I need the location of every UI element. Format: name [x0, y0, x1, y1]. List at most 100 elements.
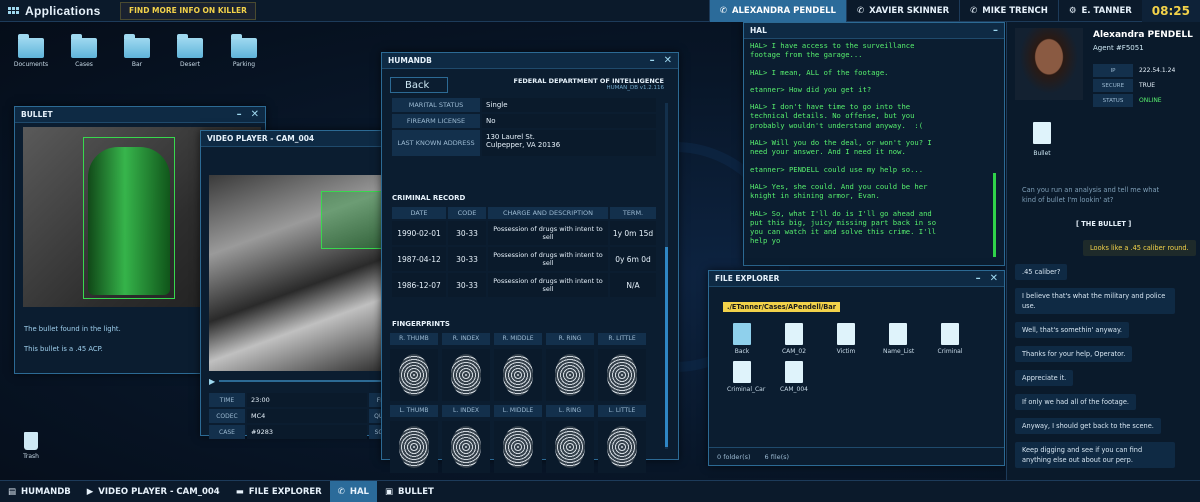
task-hal[interactable]: ✆ HAL	[329, 481, 377, 502]
file-criminal[interactable]: Criminal	[935, 323, 965, 355]
terminal-line: HAL> Will you do the deal, or won't you?…	[750, 138, 932, 157]
chat-message: Appreciate it.	[1015, 370, 1074, 386]
image-file-icon	[941, 323, 959, 345]
chat-attachment-bullet[interactable]: Bullet	[1025, 122, 1059, 157]
detail-row: IP 222.54.1.24	[1093, 64, 1193, 77]
clock: 08:25	[1141, 0, 1200, 22]
info-row: FIREARM LICENSE No	[392, 114, 656, 128]
info-row: MARITAL STATUS Single	[392, 98, 656, 112]
file-name-list[interactable]: Name_List	[883, 323, 914, 355]
task-file-explorer[interactable]: ▬ FILE EXPLORER	[228, 481, 330, 502]
table-row: 1986-12-07 30-33 Possession of drugs with …	[392, 273, 656, 297]
desktop-icon-cases[interactable]: Cases	[61, 34, 107, 68]
close-icon[interactable]: ✕	[664, 55, 672, 66]
file-cam-02[interactable]: CAM_02	[779, 323, 809, 355]
grid-icon	[8, 7, 19, 14]
fingerprint-l-little[interactable]	[598, 421, 646, 473]
contact-e-tanner[interactable]: ⚙ E. TANNER	[1057, 0, 1142, 22]
objective-banner[interactable]: FIND MORE INFO ON KILLER	[120, 1, 256, 20]
folder-icon	[18, 34, 44, 58]
minimize-icon[interactable]: –	[976, 273, 981, 284]
image-file-icon	[733, 361, 751, 383]
back-folder-icon	[733, 323, 751, 345]
contact-xavier-skinner[interactable]: ✆ XAVIER SKINNER	[845, 0, 959, 22]
file-grid: Back CAM_02 Victim Name_List Criminal Cr…	[727, 323, 997, 393]
taskbar: ▤ HUMANDB ▶ VIDEO PLAYER - CAM_004 ▬ FILE E…	[0, 480, 1200, 502]
minimize-icon[interactable]: –	[993, 25, 998, 36]
image-icon: ▣	[384, 487, 393, 497]
fingerprint-r-ring[interactable]	[546, 349, 594, 401]
fingerprint-l-ring[interactable]	[546, 421, 594, 473]
fingerprint-r-thumb[interactable]	[390, 349, 438, 401]
terminal-line: HAL> I don't have time to go into the te…	[750, 102, 924, 130]
fingerprint-grid: R. THUMB R. INDEX R. MIDDLE R. RING R. LITTL…	[390, 333, 646, 473]
close-icon[interactable]: ✕	[990, 273, 998, 284]
task-video-player[interactable]: ▶ VIDEO PLAYER - CAM_004	[79, 481, 228, 502]
minimize-icon[interactable]: –	[650, 55, 655, 66]
chat-message: .45 caliber?	[1015, 264, 1068, 280]
video-field-codec: CODECMC4QUALITY	[209, 409, 405, 423]
path-bar[interactable]: ./ETanner/Cases/APendell/Bar	[723, 302, 841, 312]
terminal-line: HAL> I mean, ALL of the footage.	[750, 67, 889, 77]
humandb-scrollbar[interactable]	[665, 103, 668, 449]
file-explorer-titlebar[interactable]: FILE EXPLORER – ✕	[709, 271, 1004, 287]
detection-box	[83, 137, 175, 299]
fingerprint-r-middle[interactable]	[494, 349, 542, 401]
file-back[interactable]: Back	[727, 323, 757, 355]
app-version: HUMAN_DB v1.2.116	[606, 85, 664, 91]
detail-row: STATUS ONLINE	[1093, 94, 1193, 107]
video-titlebar[interactable]: VIDEO PLAYER - CAM_004	[201, 131, 411, 147]
chat-message: Thanks for your help, Operator.	[1015, 346, 1133, 362]
back-button[interactable]: Back	[390, 77, 448, 93]
personal-info: MARITAL STATUS Single FIREARM LICENSE No L…	[392, 98, 656, 158]
fingerprint-l-index[interactable]	[442, 421, 490, 473]
document-file-icon	[889, 323, 907, 345]
contact-panel: Alexandra PENDELL Agent #F5051 IP 222.54.…	[1006, 22, 1200, 480]
detail-row: SECURE TRUE	[1093, 79, 1193, 92]
phone-icon: ✆	[856, 6, 865, 16]
hal-titlebar[interactable]: HAL –	[744, 23, 1004, 39]
task-bullet[interactable]: ▣ BULLET	[377, 481, 442, 502]
info-row: LAST KNOWN ADDRESS 130 Laurel St. Culpepp…	[392, 130, 656, 156]
database-icon: ▤	[8, 487, 17, 497]
fingerprint-l-middle[interactable]	[494, 421, 542, 473]
chat-message: Well, that's somethin' anyway.	[1015, 322, 1130, 338]
folder-icon	[71, 34, 97, 58]
humandb-titlebar[interactable]: HUMANDB – ✕	[382, 53, 678, 69]
hal-scrollbar[interactable]	[993, 173, 996, 257]
hal-terminal: HAL> I have access to the surveillance f…	[750, 41, 990, 259]
image-file-icon	[785, 361, 803, 383]
fingerprint-r-index[interactable]	[442, 349, 490, 401]
avatar	[1015, 28, 1083, 100]
contact-name: Alexandra PENDELL	[1093, 30, 1193, 40]
desktop-icon-bar[interactable]: Bar	[114, 34, 160, 68]
file-cam-004[interactable]: CAM_004	[779, 361, 809, 393]
chat-message: If only we had all of the footage.	[1015, 394, 1136, 410]
contact-alexandra-pendell[interactable]: ✆ ALEXANDRA PENDELL	[708, 0, 846, 22]
task-humandb[interactable]: ▤ HUMANDB	[0, 481, 79, 502]
desktop-icon-documents[interactable]: Documents	[8, 34, 54, 68]
terminal-line: etanner> PENDELL could use my help so...	[750, 164, 924, 174]
fingerprint-l-thumb[interactable]	[390, 421, 438, 473]
desktop-icon-desert[interactable]: Desert	[167, 34, 213, 68]
terminal-line: HAL> I have access to the surveillance f…	[750, 41, 915, 60]
folder-icon	[124, 34, 150, 58]
fingerprint-r-little[interactable]	[598, 349, 646, 401]
applications-menu[interactable]: Applications	[0, 0, 118, 22]
video-field-case: CASE#9283SOURCE	[209, 425, 405, 439]
close-icon[interactable]: ✕	[251, 109, 259, 120]
table-row: 1987-04-12 30-33 Possession of drugs with …	[392, 247, 656, 271]
file-victim[interactable]: Victim	[831, 323, 861, 355]
gear-icon: ⚙	[1068, 6, 1077, 16]
criminal-record-title: CRIMINAL RECORD	[392, 194, 466, 202]
file-criminal-car[interactable]: Criminal_Car	[727, 361, 765, 393]
agent-id: Agent #F5051	[1093, 44, 1144, 52]
video-timeline[interactable]: ▶	[209, 377, 405, 386]
desktop-icon-trash[interactable]: Trash	[8, 432, 54, 460]
desktop-icon-parking[interactable]: Parking	[221, 34, 267, 68]
minimize-icon[interactable]: –	[237, 109, 242, 120]
play-icon[interactable]: ▶	[209, 377, 215, 386]
image-file-icon	[1033, 122, 1051, 144]
bullet-titlebar[interactable]: BULLET – ✕	[15, 107, 265, 123]
contact-mike-trench[interactable]: ✆ MIKE TRENCH	[959, 0, 1058, 22]
